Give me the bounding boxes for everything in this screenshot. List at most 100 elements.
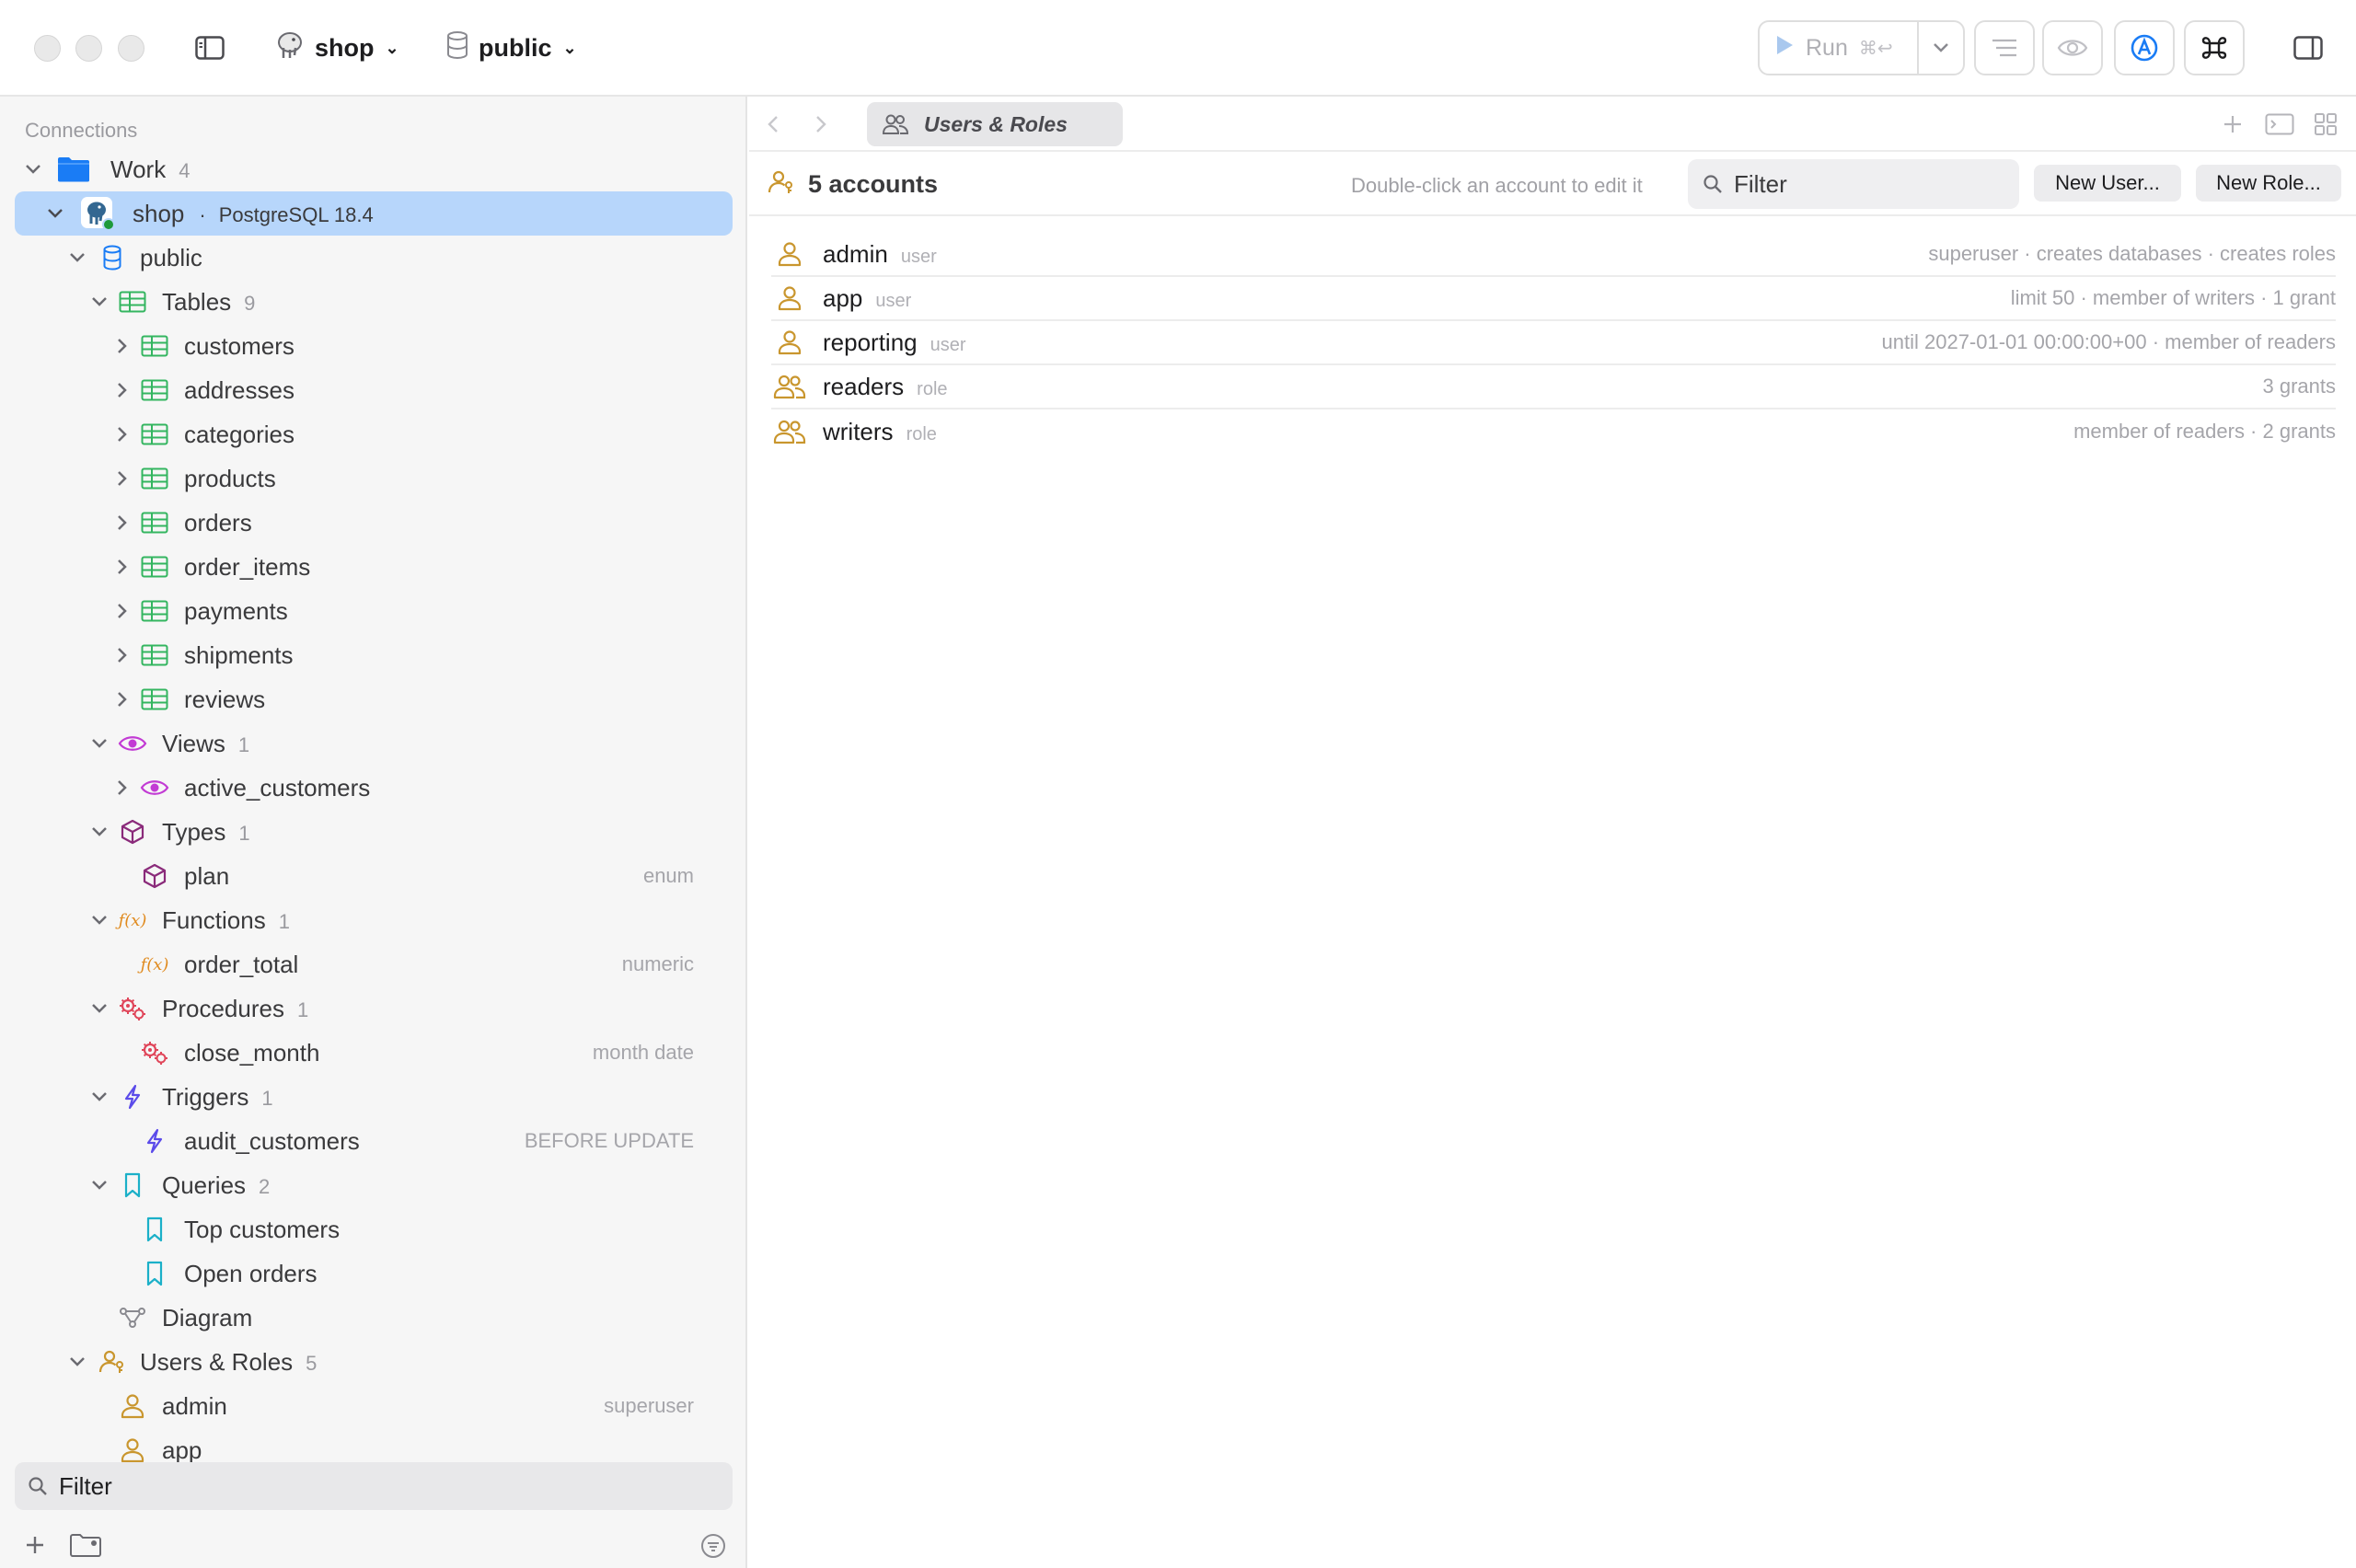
close-window-button[interactable] [34,35,61,62]
account-kind: user [900,246,937,267]
chevron-right-icon[interactable] [112,690,131,709]
new-tab-icon[interactable] [2220,111,2246,137]
window-toolbar: shop ⌄ public ⌄ Run ⌘↩ [0,0,2356,97]
tree-folder-users-roles[interactable]: Users & Roles 5 [0,1340,747,1384]
new-folder-icon[interactable] [68,1532,103,1558]
chevron-down-icon[interactable] [90,1088,109,1106]
chevron-down-icon[interactable] [90,293,109,311]
tree-table-item[interactable]: addresses [0,368,747,412]
tree-query-item[interactable]: Open orders [0,1251,747,1296]
zoom-window-button[interactable] [118,35,144,62]
add-icon[interactable] [22,1532,48,1558]
new-user-button[interactable]: New User... [2034,165,2181,202]
command-palette-button[interactable] [2184,20,2245,75]
tree-table-item[interactable]: order_items [0,545,747,589]
tree-table-item[interactable]: customers [0,324,747,368]
tree-meta: month date [592,1041,694,1064]
tree-table-item[interactable]: reviews [0,677,747,721]
filter-options-icon[interactable] [699,1532,727,1560]
back-icon[interactable] [762,111,784,137]
preview-button[interactable] [2042,20,2103,75]
chevron-down-icon[interactable] [46,204,64,223]
accounts-filter-input[interactable]: Filter [1734,170,1787,199]
chevron-right-icon[interactable] [112,602,131,620]
tree-folder-types[interactable]: Types 1 [0,810,747,854]
chevron-down-icon[interactable] [90,1176,109,1194]
chevron-right-icon[interactable] [112,778,131,797]
tree-procedure-item[interactable]: close_month month date [0,1031,747,1075]
forward-icon[interactable] [810,111,832,137]
tree-function-item[interactable]: ƒ(x) order_total numeric [0,942,747,986]
chevron-right-icon[interactable] [112,558,131,576]
toggle-sidebar-icon[interactable] [193,33,226,63]
connection-picker[interactable]: shop ⌄ [274,28,399,68]
tree-user-item[interactable]: admin superuser [0,1384,747,1428]
sidebar-filter-input[interactable]: Filter [59,1472,112,1501]
account-row[interactable]: writers role member of readers · 2 grants [771,409,2336,454]
tree-table-item[interactable]: products [0,456,747,501]
tree-table-item[interactable]: payments [0,589,747,633]
tree-group-work[interactable]: Work 4 [0,147,747,191]
tree-label: admin [162,1391,227,1420]
account-row[interactable]: app user limit 50 · member of writers · 1… [771,277,2336,321]
tree-folder-views[interactable]: Views 1 [0,721,747,766]
chevron-right-icon[interactable] [112,513,131,532]
chevron-right-icon[interactable] [112,646,131,664]
schema-picker[interactable]: public ⌄ [445,28,577,68]
chevron-down-icon[interactable] [90,734,109,753]
chevron-down-icon[interactable] [90,999,109,1018]
tree-type-item[interactable]: plan enum [0,854,747,898]
tree-folder-tables[interactable]: Tables 9 [0,280,747,324]
tree-connection-shop[interactable]: shop · PostgreSQL 18.4 [15,191,733,236]
tree-folder-procedures[interactable]: Procedures 1 [0,986,747,1031]
accounts-filter-field[interactable]: Filter [1688,159,2019,209]
bookmark-icon [140,1215,169,1244]
account-row[interactable]: admin user superuser · creates databases … [771,233,2336,277]
run-button[interactable]: Run ⌘↩ [1760,22,1919,74]
tree-folder-triggers[interactable]: Triggers 1 [0,1075,747,1119]
tree-folder-queries[interactable]: Queries 2 [0,1163,747,1207]
tree-label: Top customers [184,1215,341,1243]
chevron-down-icon[interactable] [68,1353,87,1371]
chevron-down-icon[interactable] [68,248,87,267]
account-kind: role [917,378,948,399]
users-icon [882,114,909,134]
account-description: member of readers · 2 grants [2073,420,2336,443]
tree-query-item[interactable]: Top customers [0,1207,747,1251]
sidebar-filter-field[interactable]: Filter [15,1462,733,1510]
new-role-button[interactable]: New Role... [2196,165,2341,202]
tree-label: products [184,464,276,492]
tree-label: customers [184,331,294,360]
chevron-down-icon[interactable] [90,911,109,929]
account-row[interactable]: readers role 3 grants [771,365,2336,409]
account-name: writers [823,417,894,445]
chevron-down-icon[interactable] [24,160,42,179]
chevron-right-icon[interactable] [112,381,131,399]
autocomplete-toggle-button[interactable] [2114,20,2175,75]
account-row[interactable]: reporting user until 2027-01-01 00:00:00+… [771,321,2336,365]
tree-folder-functions[interactable]: ƒ(x) Functions 1 [0,898,747,942]
explain-button[interactable] [1974,20,2035,75]
grid-layout-icon[interactable] [2312,111,2339,137]
tree-table-item[interactable]: categories [0,412,747,456]
run-options-button[interactable] [1919,22,1963,74]
chevron-right-icon[interactable] [112,469,131,488]
function-icon: ƒ(x) [118,910,147,930]
tree-view-item[interactable]: active_customers [0,766,747,810]
minimize-window-button[interactable] [75,35,102,62]
run-shortcut: ⌘↩ [1858,38,1893,59]
tab-users-roles[interactable]: Users & Roles [867,102,1123,146]
tree-schema-public[interactable]: public [0,236,747,280]
tree-table-item[interactable]: shipments [0,633,747,677]
tree-diagram[interactable]: Diagram [0,1296,747,1340]
chevron-down-icon[interactable] [90,823,109,841]
tree-table-item[interactable]: orders [0,501,747,545]
chevron-right-icon[interactable] [112,425,131,444]
table-icon [118,287,147,317]
console-icon[interactable] [2264,111,2295,137]
chevron-right-icon[interactable] [112,337,131,355]
toggle-inspector-icon[interactable] [2292,33,2325,63]
tree-trigger-item[interactable]: audit_customers BEFORE UPDATE [0,1119,747,1163]
table-icon [140,331,169,361]
eye-icon [2057,40,2088,56]
